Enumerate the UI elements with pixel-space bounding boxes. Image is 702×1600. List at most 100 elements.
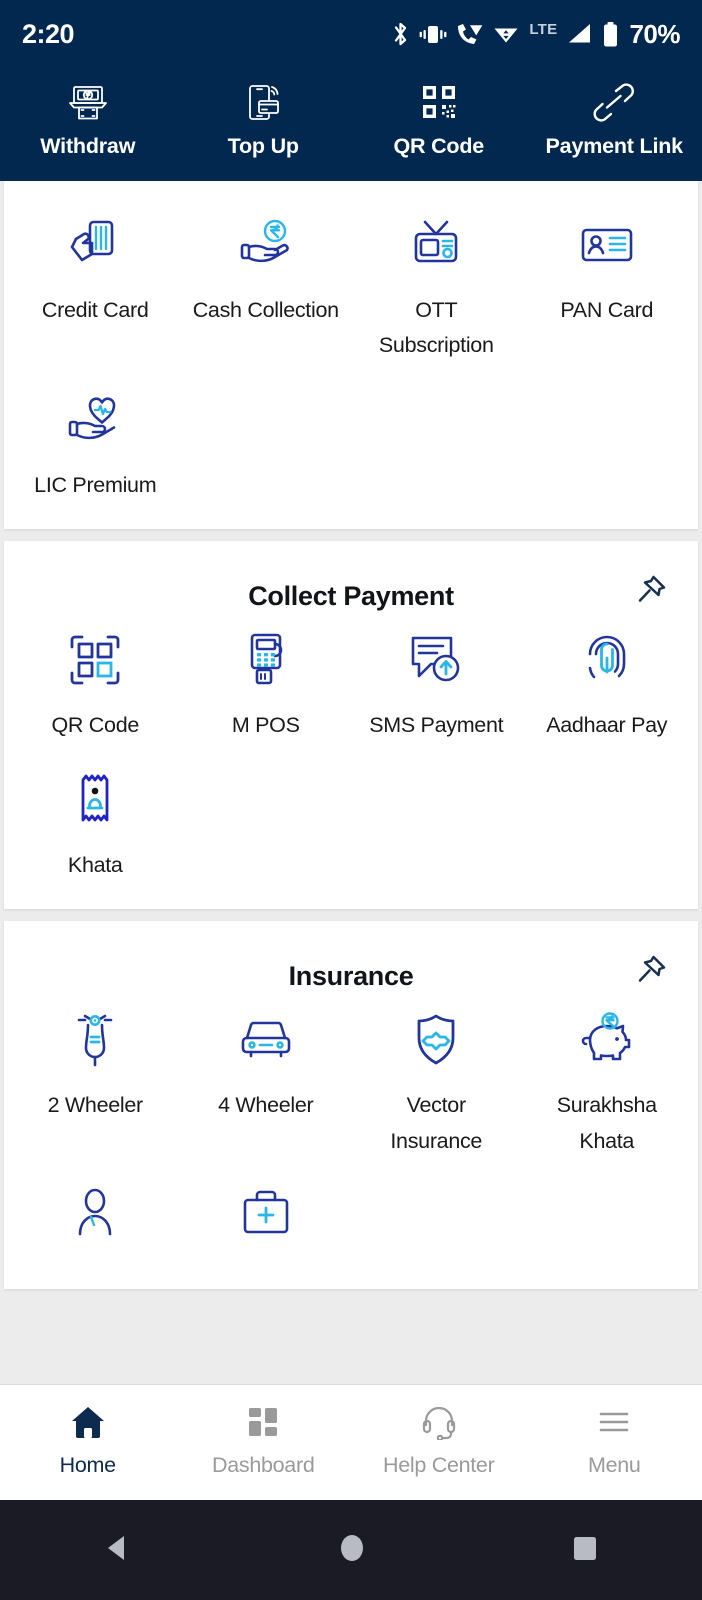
fingerprint-icon (526, 630, 689, 690)
pushpin-icon[interactable] (634, 953, 668, 992)
tile-surakhsha-khata[interactable]: Surakhsha Khata (522, 1010, 693, 1159)
status-bar-icons: LTE 70% (391, 19, 680, 50)
tile-label: Aadhaar Pay (546, 713, 668, 738)
tile-label: Surakhsha Khata (556, 1093, 657, 1153)
television-icon (355, 215, 518, 275)
collect-payment-header: Collect Payment (4, 567, 698, 616)
status-bar-clock: 2:20 (22, 18, 75, 49)
tile-label: Cash Collection (192, 298, 339, 322)
wifi-calling-icon (458, 24, 483, 44)
nav-item-help-center[interactable]: Help Center (351, 1403, 527, 1478)
services-card: Credit Card Cash Collection OTT Subscrip… (4, 181, 698, 530)
car-icon (185, 1010, 348, 1070)
home-icon (69, 1403, 107, 1441)
tile-vector-insurance[interactable]: Vector Insurance (351, 1010, 522, 1159)
header-quick-actions: Withdraw Top Up QR Code Payment Link (0, 68, 702, 181)
insurance-card: Insurance 2 Wheeler 4 Wheeler Vector Ins… (4, 921, 698, 1290)
content-scroll-area[interactable]: Credit Card Cash Collection OTT Subscrip… (0, 181, 702, 1384)
insurance-header: Insurance (4, 947, 698, 996)
vibrate-icon (419, 26, 447, 43)
tile-sms-payment[interactable]: SMS Payment (351, 630, 522, 743)
link-chain-icon (592, 82, 636, 124)
tile-label: OTT Subscription (378, 298, 494, 358)
atm-withdraw-icon (66, 82, 110, 124)
tile-label: PAN Card (560, 298, 654, 322)
header-action-payment-link[interactable]: Payment Link (527, 82, 702, 159)
phone-screen: 2:20 LTE 70% Withdraw Top Up QR Code Pay… (0, 0, 702, 1600)
insurance-grid: 2 Wheeler 4 Wheeler Vector Insurance Sur… (4, 1010, 698, 1263)
header-action-label: QR Code (393, 134, 485, 158)
hamburger-menu-icon (596, 1403, 632, 1441)
tile-label: QR Code (51, 713, 140, 738)
network-type-label: LTE (529, 20, 558, 38)
hand-credit-card-icon (14, 215, 177, 275)
nav-item-home[interactable]: Home (0, 1403, 176, 1478)
collect-payment-card: Collect Payment QR Code M POS SMS Paymen… (4, 541, 698, 910)
pos-terminal-icon (185, 630, 348, 690)
status-bar: 2:20 LTE 70% (0, 0, 702, 68)
collect-payment-grid: QR Code M POS SMS Payment Aadhaar Pay Kh… (4, 630, 698, 883)
bottom-navigation: Home Dashboard Help Center Menu (0, 1384, 702, 1500)
tile-4-wheeler[interactable]: 4 Wheeler (181, 1010, 352, 1159)
home-circle-icon[interactable] (335, 1530, 369, 1571)
sms-upload-icon (355, 630, 518, 690)
card-title: Collect Payment (248, 581, 454, 612)
tile-qr-code[interactable]: QR Code (10, 630, 181, 743)
card-title: Insurance (288, 961, 414, 992)
tile-label: M POS (231, 713, 300, 738)
qr-scan-icon (14, 630, 177, 690)
headset-icon (421, 1403, 457, 1441)
tile-cash-collection[interactable]: Cash Collection (181, 215, 352, 364)
scooter-icon (14, 1010, 177, 1070)
nav-label: Help Center (383, 1453, 495, 1477)
header-action-label: Top Up (227, 134, 299, 158)
piggy-bank-rupee-icon (526, 1010, 689, 1070)
tile-label: Khata (67, 852, 123, 877)
tile-aadhaar-pay[interactable]: Aadhaar Pay (522, 630, 693, 743)
wifi-icon (494, 28, 518, 43)
tile-label: Vector Insurance (390, 1093, 483, 1153)
header-action-qr-code[interactable]: QR Code (351, 82, 527, 159)
battery-percent-label: 70% (629, 18, 680, 49)
id-card-icon (526, 215, 689, 275)
medical-briefcase-icon (185, 1185, 348, 1245)
system-navigation-bar (0, 1500, 702, 1600)
pushpin-icon[interactable] (634, 573, 668, 612)
tile-insurance-person[interactable] (10, 1185, 181, 1263)
phone-nfc-topup-icon (241, 82, 285, 124)
tile-label: LIC Premium (34, 472, 157, 497)
tile-label: 2 Wheeler (47, 1093, 144, 1118)
shield-plus-icon (355, 1010, 518, 1070)
header-action-top-up[interactable]: Top Up (176, 82, 352, 159)
nav-item-menu[interactable]: Menu (527, 1403, 702, 1478)
cellular-signal-icon (569, 24, 591, 43)
tile-label: Credit Card (41, 298, 149, 322)
tile-khata[interactable]: Khata (10, 770, 181, 883)
dashboard-grid-icon (245, 1403, 281, 1441)
receipt-person-icon (14, 770, 177, 830)
tile-pan-card[interactable]: PAN Card (522, 215, 693, 364)
tile-insurance-medical[interactable] (181, 1185, 352, 1263)
tile-ott-subscription[interactable]: OTT Subscription (351, 215, 522, 364)
header-action-label: Payment Link (545, 134, 684, 158)
recents-square-icon[interactable] (568, 1530, 602, 1571)
nav-label: Dashboard (212, 1453, 315, 1477)
services-grid: Credit Card Cash Collection OTT Subscrip… (4, 215, 698, 503)
header-action-label: Withdraw (40, 134, 136, 158)
hand-heart-pulse-icon (14, 390, 177, 450)
back-triangle-icon[interactable] (100, 1530, 136, 1571)
qr-code-icon (418, 82, 460, 124)
nav-label: Home (59, 1453, 116, 1477)
tile-2-wheeler[interactable]: 2 Wheeler (10, 1010, 181, 1159)
header-action-withdraw[interactable]: Withdraw (0, 82, 176, 159)
person-icon (14, 1185, 177, 1245)
tile-label: 4 Wheeler (218, 1093, 314, 1118)
bluetooth-icon (395, 22, 407, 46)
tile-m-pos[interactable]: M POS (181, 630, 352, 743)
nav-label: Menu (587, 1453, 641, 1477)
tile-credit-card[interactable]: Credit Card (10, 215, 181, 364)
nav-item-dashboard[interactable]: Dashboard (176, 1403, 352, 1478)
tile-lic-premium[interactable]: LIC Premium (10, 390, 181, 503)
battery-icon (604, 21, 618, 46)
hand-rupee-coin-icon (185, 215, 348, 275)
